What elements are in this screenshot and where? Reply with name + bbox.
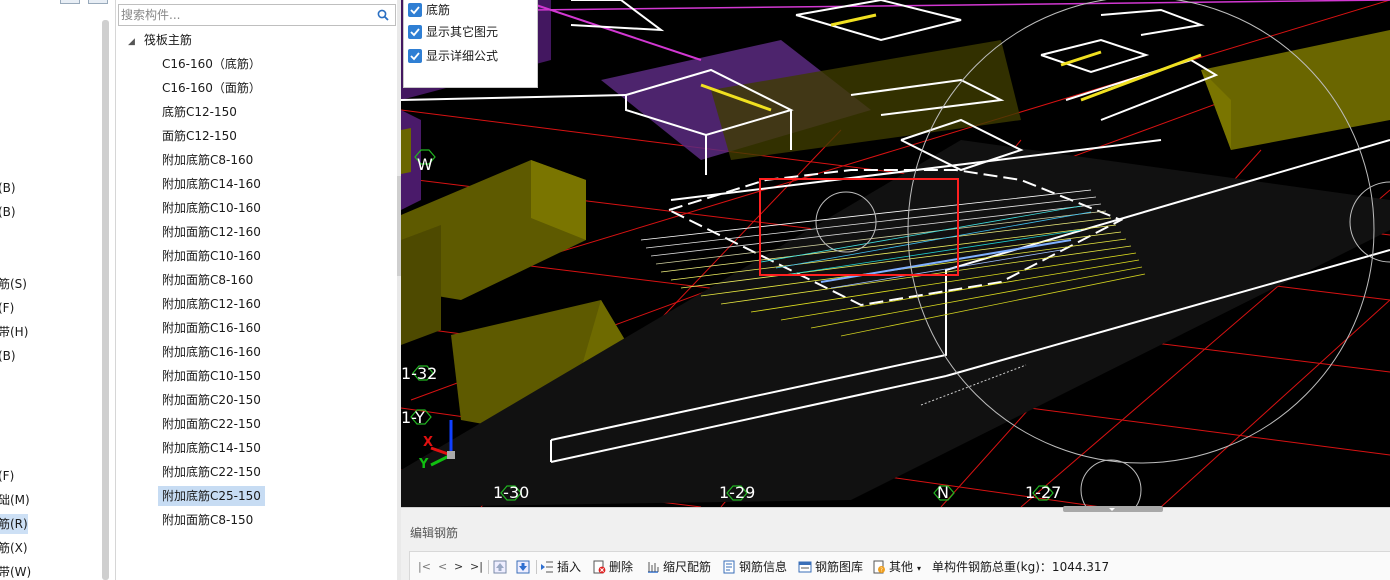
rebar-info-icon — [723, 560, 735, 574]
3d-viewport[interactable]: W 1-32 1-Y 1-30 1-29 N 1-27 X Y — [401, 0, 1390, 507]
category-item[interactable]: 散(B) — [0, 346, 16, 366]
search-icon[interactable] — [377, 9, 389, 21]
panel-title: 编辑钢筋 — [410, 526, 459, 540]
tree-item[interactable]: 附加底筋C22-150 — [158, 462, 265, 482]
delete-icon — [593, 560, 606, 574]
category-item[interactable]: 基础(M) — [0, 490, 30, 510]
category-scrollbar[interactable] — [102, 20, 109, 580]
scale-rebar-button[interactable]: 缩尺配筋 — [646, 558, 711, 576]
insert-label: 插入 — [557, 560, 582, 574]
category-item[interactable]: 板(B) — [0, 178, 16, 198]
tree-item[interactable]: 附加面筋C10-160 — [158, 246, 265, 266]
move-down-button[interactable] — [516, 558, 533, 576]
rebar-info-button[interactable]: 钢筋信息 — [722, 558, 787, 576]
tree-item[interactable]: 附加面筋C12-160 — [158, 222, 265, 242]
checkbox-checked-icon[interactable] — [408, 25, 422, 39]
tree-item[interactable]: 面筋C12-150 — [158, 126, 241, 146]
display-option-label: 底筋 — [426, 3, 451, 17]
other-label: 其他 — [889, 560, 914, 574]
tree-item[interactable]: 底筋C12-150 — [158, 102, 241, 122]
search-box — [118, 4, 396, 26]
insert-icon — [541, 561, 553, 573]
axis-label: W — [417, 155, 433, 174]
tree-item[interactable]: 附加底筋C25-150 — [158, 486, 265, 506]
search-input[interactable] — [121, 6, 371, 24]
tree-item[interactable]: C16-160（底筋） — [158, 54, 265, 74]
app-window: 板(B)板(B)V)N)负筋(S)筋(F)板带(H)散(B)梁(F)基础(M)主… — [0, 0, 1390, 580]
panel-resize-handle[interactable] — [1063, 506, 1163, 512]
display-option[interactable]: 显示详细公式 — [408, 46, 499, 66]
tree-item[interactable]: 附加面筋C8-160 — [158, 270, 257, 290]
display-option[interactable]: 显示其它图元 — [408, 22, 499, 42]
scale-rebar-icon — [648, 562, 659, 573]
nav-next-button[interactable]: > — [454, 558, 463, 576]
axis-label: 1-30 — [493, 483, 530, 502]
tree-root-label: 筏板主筋 — [143, 33, 192, 47]
move-up-icon — [493, 560, 507, 574]
checkbox-checked-icon[interactable] — [408, 3, 422, 17]
collapse-button[interactable] — [60, 0, 80, 4]
delete-button[interactable]: 删除 — [592, 558, 633, 576]
tree-item[interactable]: 附加面筋C20-150 — [158, 390, 265, 410]
collapse-triangle-icon[interactable]: ◢ — [128, 32, 140, 52]
gizmo-y-label: Y — [419, 457, 429, 472]
tree-item[interactable]: 附加面筋C10-150 — [158, 366, 265, 386]
category-item[interactable]: 板带(W) — [0, 562, 31, 580]
checkbox-checked-icon[interactable] — [408, 49, 422, 63]
gizmo-x-label: X — [423, 435, 434, 450]
nav-first-button[interactable]: |< — [418, 558, 431, 576]
nav-last-button[interactable]: >| — [470, 558, 483, 576]
category-item[interactable]: 梁(F) — [0, 466, 14, 486]
rebar-info-label: 钢筋信息 — [739, 560, 788, 574]
delete-label: 删除 — [609, 560, 634, 574]
other-menu-button[interactable]: ? 其他 ▾ — [872, 558, 921, 576]
tree-item[interactable]: 附加底筋C8-160 — [158, 150, 257, 170]
category-item[interactable]: 负筋(S) — [0, 274, 27, 294]
expand-button[interactable] — [88, 0, 108, 4]
display-option-label: 显示详细公式 — [426, 49, 499, 63]
rebar-library-button[interactable]: 钢筋图库 — [798, 558, 863, 576]
axis-label: N — [937, 483, 949, 502]
move-up-button[interactable] — [493, 558, 510, 576]
category-item[interactable]: 板带(H) — [0, 322, 28, 342]
axis-label: 1-27 — [1025, 483, 1062, 502]
tree-item[interactable]: 附加底筋C12-160 — [158, 294, 265, 314]
chevron-down-icon: ▾ — [917, 564, 922, 573]
rebar-toolbar: |< < > >| 插入 删除 缩尺配筋 钢筋信息 钢筋图库 ? 其他 ▾ 单构… — [409, 551, 1390, 580]
display-option[interactable]: 底筋 — [408, 0, 451, 20]
component-tree-panel: ◢ 筏板主筋 C16-160（底筋） C16-160（面筋） 底筋C12-150 面筋… — [115, 0, 398, 580]
tree-item[interactable]: 附加面筋C8-150 — [158, 510, 257, 530]
nav-prev-button[interactable]: < — [438, 558, 447, 576]
axis-label: 1-Y — [401, 408, 425, 427]
total-weight-text: 单构件钢筋总重(kg)：1044.317 — [932, 560, 1110, 574]
category-item[interactable]: 筋(F) — [0, 298, 14, 318]
tree-root-node[interactable]: ◢ 筏板主筋 — [128, 30, 192, 50]
category-item[interactable]: 主筋(R) — [0, 514, 28, 534]
edit-rebar-panel: 编辑钢筋 |< < > >| 插入 删除 缩尺配筋 钢筋信息 钢筋图库 ? 其他… — [401, 506, 1390, 580]
rebar-library-icon — [798, 561, 812, 573]
rebar-library-label: 钢筋图库 — [815, 560, 864, 574]
axis-label: 1-32 — [401, 364, 438, 383]
tree-item[interactable]: 附加底筋C14-150 — [158, 438, 265, 458]
scale-rebar-label: 缩尺配筋 — [663, 560, 712, 574]
tree-item[interactable]: 附加底筋C14-160 — [158, 174, 265, 194]
tree-item[interactable]: 附加面筋C16-160 — [158, 318, 265, 338]
insert-button[interactable]: 插入 — [540, 558, 581, 576]
tree-item[interactable]: 附加面筋C22-150 — [158, 414, 265, 434]
tree-item[interactable]: 附加底筋C10-160 — [158, 198, 265, 218]
category-item[interactable]: 负筋(X) — [0, 538, 28, 558]
display-option-label: 显示其它图元 — [426, 25, 499, 39]
other-menu-icon: ? — [873, 560, 885, 574]
viewport-canvas — [401, 0, 1390, 507]
tree-item[interactable]: C16-160（面筋） — [158, 78, 265, 98]
category-panel: 板(B)板(B)V)N)负筋(S)筋(F)板带(H)散(B)梁(F)基础(M)主… — [0, 0, 115, 580]
category-item[interactable]: 板(B) — [0, 202, 16, 222]
axis-label: 1-29 — [719, 483, 756, 502]
tree-item[interactable]: 附加底筋C16-160 — [158, 342, 265, 362]
svg-text:?: ? — [880, 568, 883, 574]
display-options-panel: 底筋显示其它图元 显示详细公式 — [403, 0, 538, 88]
move-down-icon — [516, 560, 530, 574]
